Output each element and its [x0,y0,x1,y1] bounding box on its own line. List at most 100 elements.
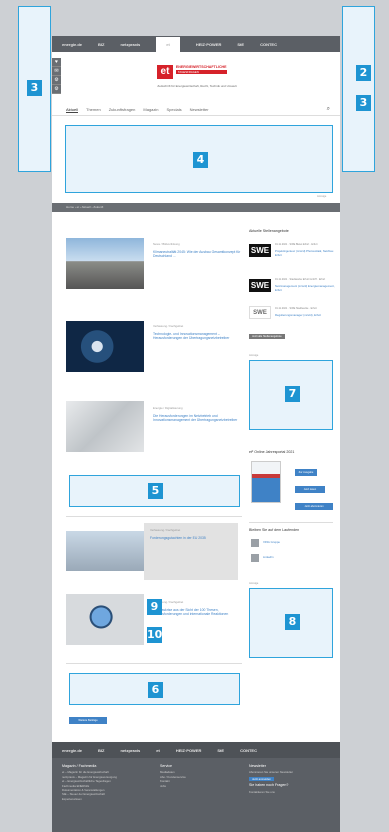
pylons-image[interactable] [66,401,144,452]
footer-heading: Service [160,764,172,768]
job-meta: 01.11.2021 · Stadtwerke Erfurt GmbH · Er… [275,278,326,281]
job-title[interactable]: Netzmanagement (m/w/d) Energiemanagement… [275,284,335,292]
social-link-xing[interactable]: XING Gruppe [263,540,323,545]
teaser-title[interactable]: Die Herausforderungen im Netzbetrieb und… [153,414,241,422]
logo-line-1: ENERGIEWIRTSCHAFTLICHE [175,65,227,69]
footer-heading: Magazin / Fachmedia [62,764,97,768]
slot-number-4: 4 [193,152,208,168]
portal-link-contec[interactable]: CONTEC [260,42,277,47]
teaser-category: News / Bildverlinkung [153,242,180,246]
footer-link-netzpraxis[interactable]: netzpraxis [120,748,140,753]
portal-link-netzpraxis[interactable]: netzpraxis [120,42,140,47]
road-image[interactable] [66,238,144,289]
share-toolbar: ♥ ✉ ⚙ ⚙ [52,58,61,94]
footer-link[interactable]: Jobs [160,784,230,788]
footer-link-biz[interactable]: BIZ [98,748,104,753]
portal-link-ste[interactable]: StE [237,42,244,47]
job-title[interactable]: Regulierungsmanager (m/w/d), Erfurt [275,313,335,318]
slot-number-2: 2 [356,65,371,81]
portal-link-biz[interactable]: BIZ [98,42,104,47]
social-header: Bleiben Sie auf dem Laufenden [249,528,300,532]
job-logo[interactable]: SWE [249,279,271,292]
linkedin-icon[interactable] [251,554,259,562]
footer-heading: Sie haben noch Fragen? [249,783,289,788]
mail-icon[interactable]: ✉ [52,67,61,76]
newsletter-subscribe-button[interactable]: Jetzt anmelden [249,776,274,782]
footer-link-heiz[interactable]: HEIZ·POWER [176,748,202,753]
footer-newsletter-text: Abonnieren Sie unseren Newsletter [249,770,293,775]
website-page: energie.de BIZ netzpraxis et HEIZ·POWER … [52,36,340,832]
breadcrumb[interactable]: Home › et › Aktuell › Zukunft [52,203,340,212]
site-logo[interactable]: et ENERGIEWIRTSCHAFTLICHE TAGESFRAGEN [157,65,227,79]
job-logo[interactable]: SWE [249,306,271,319]
job-logo[interactable]: SWE [249,244,271,257]
logo-mark: et [157,65,173,79]
magazine-read-button[interactable]: Jetzt lesen [295,486,325,493]
footer-contact-link[interactable]: Kontaktieren Sie uns [249,790,333,794]
job-meta: 01.11.2021 · SWE Stadtwerke · Erfurt [275,307,317,310]
site-tagline: Zeitschrift für Energiewirtschaft, Recht… [157,84,237,88]
portal-link-et[interactable]: et [156,36,180,52]
nav-item-magazin[interactable]: Magazin [143,107,158,112]
footer-column-service: Service Mediadaten Abo / Kundenservice K… [160,764,230,788]
settings-icon-2[interactable]: ⚙ [52,85,61,94]
slot-number-3-right: 3 [356,95,371,111]
portal-topbar: energie.de BIZ netzpraxis et HEIZ·POWER … [52,36,340,52]
teaser-category: Verfassung / Fachgebiet [150,528,181,532]
divider [249,522,333,523]
favorite-icon[interactable]: ♥ [52,58,61,67]
slot-number-9: 9 [147,599,162,615]
footer-column-newsletter: Newsletter Abonnieren Sie unseren Newsle… [249,764,333,794]
job-meta: 01.11.2021 · SWE Bietet Erfurt · Erfurt [275,243,318,246]
footer-link-energie[interactable]: energie.de [62,748,82,753]
divider [66,663,242,664]
teaser-category: Verfassung / Fachgebiet [153,324,184,328]
footer-link[interactable]: Expertenwissen [62,797,150,801]
more-articles-button[interactable]: Weitere Beiträge [69,717,107,724]
teaser-title[interactable]: Forderungsgutachten in der EU 2035 [150,536,230,540]
nav-item-themen[interactable]: Themen [86,107,101,112]
slot-number-7: 7 [285,386,300,402]
teaser-title[interactable]: Klimaneutralität 2045: Wie der Ausbau Ge… [153,250,241,258]
magazine-header: et² Online Jahresportal 2021 [249,450,295,454]
search-icon[interactable]: ⌕ [327,106,330,113]
footer-heading: Newsletter [249,764,266,768]
all-jobs-button[interactable]: Jetzt alle Stellenangebote [249,334,285,339]
main-nav: Aktuell Themen Zukunftsfragen Magazin Sp… [52,104,340,116]
nav-item-aktuell[interactable]: Aktuell [66,107,79,113]
magazine-subscribe-button[interactable]: Jetzt abonnieren [295,503,333,510]
teaser-category: Energie / Digitalisierung [153,406,183,410]
logo-name: ENERGIEWIRTSCHAFTLICHE TAGESFRAGEN [175,65,227,74]
footer-column-magazines: Magazin / Fachmedia et – Magazin für die… [62,764,150,801]
nav-item-specials[interactable]: Specials [167,107,182,112]
site-footer: energie.de BIZ netzpraxis et HEIZ·POWER … [52,742,340,832]
ad-label: Anzeige [249,582,259,585]
logo-line-2: TAGESFRAGEN [175,70,227,74]
footer-link-contec[interactable]: CONTEC [240,748,257,753]
divider [66,516,242,517]
slot-number-10: 10 [147,627,163,643]
teaser-title[interactable]: EU-Gaskrise aus der Sicht der 100 Thesen… [153,608,241,616]
nav-item-newsletter[interactable]: Newsletter [190,107,209,112]
grid-image[interactable] [66,531,144,571]
ad-slot-right-skyscraper [342,6,375,172]
slot-number-6: 6 [148,682,163,698]
nav-item-zukunftsfragen[interactable]: Zukunftsfragen [109,107,136,112]
gears-image[interactable] [66,321,144,372]
job-title[interactable]: Projektingenieur (m/w/d) Photovoltaik, N… [275,249,335,257]
globe-image[interactable] [66,594,144,645]
jobs-header: Aktuelle Stellenangebote [249,229,289,233]
slot-number-8: 8 [285,614,300,630]
slot-number-5: 5 [148,483,163,499]
settings-icon[interactable]: ⚙ [52,76,61,85]
magazine-cover-image[interactable] [251,461,281,503]
magazine-issue-button[interactable]: Zur Ausgabe [295,469,317,476]
portal-link-heiz[interactable]: HEIZ·POWER [196,42,222,47]
social-link-linkedin[interactable]: LinkedIn [263,555,323,560]
portal-link-energie[interactable]: energie.de [62,42,82,47]
footer-link-et[interactable]: et [156,748,160,753]
xing-icon[interactable] [251,539,259,547]
teaser-title[interactable]: Technologie- und Innovationsmanagement –… [153,332,241,340]
footer-link-ste[interactable]: StE [217,748,224,753]
ad-label: Anzeige [317,195,327,198]
